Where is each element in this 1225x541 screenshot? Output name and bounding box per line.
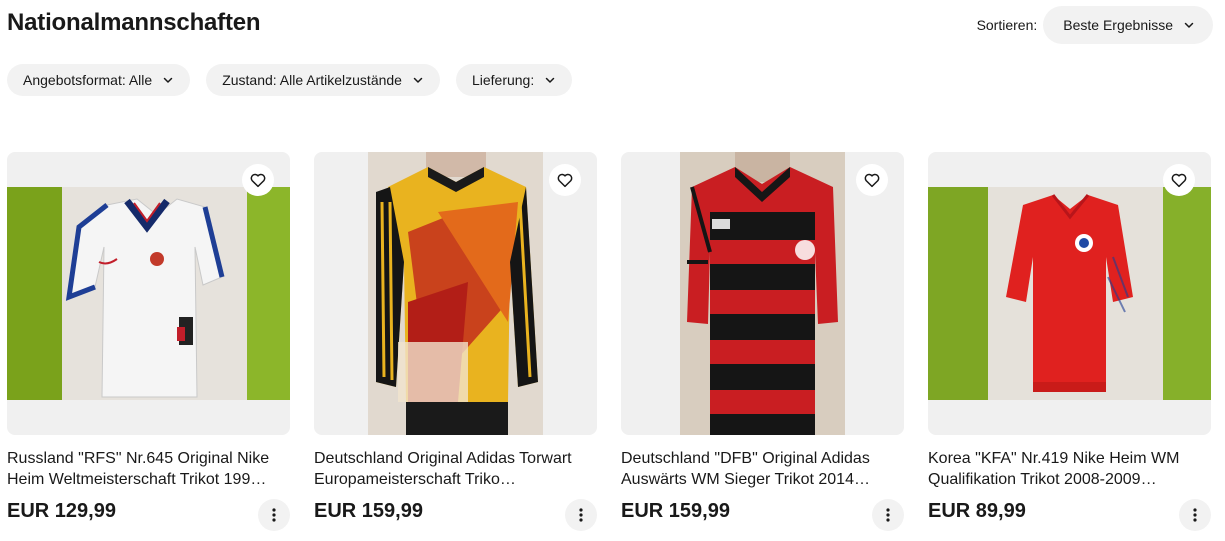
product-price: EUR 129,99 [7, 499, 116, 522]
price-row: EUR 89,99 [928, 491, 1211, 531]
product-photo-germany-away-jersey [680, 152, 845, 435]
favorite-button[interactable] [856, 164, 888, 196]
sort-control: Sortieren: Beste Ergebnisse [977, 6, 1213, 44]
product-card[interactable]: Deutschland Original Adidas Torwart Euro… [314, 152, 597, 531]
more-vertical-icon [579, 508, 583, 522]
product-price: EUR 159,99 [621, 499, 730, 522]
chevron-down-icon [1184, 22, 1194, 28]
price-row: EUR 159,99 [621, 491, 904, 531]
filter-label: Lieferung: [471, 72, 535, 88]
more-options-button[interactable] [258, 499, 290, 531]
product-photo-germany-goalkeeper-jersey [368, 152, 543, 435]
sort-dropdown[interactable]: Beste Ergebnisse [1043, 6, 1213, 44]
product-image[interactable] [928, 152, 1211, 435]
more-options-button[interactable] [565, 499, 597, 531]
more-options-button[interactable] [1179, 499, 1211, 531]
product-title[interactable]: Deutschland Original Adidas Torwart Euro… [314, 448, 597, 490]
product-card[interactable]: Russland "RFS" Nr.645 Original Nike Heim… [7, 152, 290, 531]
favorite-button[interactable] [242, 164, 274, 196]
heart-icon [1171, 173, 1187, 188]
product-card[interactable]: Deutschland "DFB" Original Adidas Auswär… [621, 152, 904, 531]
price-row: EUR 129,99 [7, 491, 290, 531]
heart-icon [864, 173, 880, 188]
product-card[interactable]: Korea "KFA" Nr.419 Nike Heim WM Qualifik… [928, 152, 1211, 531]
product-title[interactable]: Korea "KFA" Nr.419 Nike Heim WM Qualifik… [928, 448, 1211, 490]
favorite-button[interactable] [549, 164, 581, 196]
filter-bar: Angebotsformat: Alle Zustand: Alle Artik… [7, 64, 573, 96]
chevron-down-icon [413, 77, 423, 83]
more-options-button[interactable] [872, 499, 904, 531]
heart-icon [557, 173, 573, 188]
chevron-down-icon [163, 77, 173, 83]
filter-label: Zustand: Alle Artikelzustände [222, 72, 402, 88]
product-grid: Russland "RFS" Nr.645 Original Nike Heim… [7, 152, 1211, 531]
price-row: EUR 159,99 [314, 491, 597, 531]
filter-lieferung[interactable]: Lieferung: [455, 64, 573, 96]
more-vertical-icon [272, 508, 276, 522]
product-price: EUR 89,99 [928, 499, 1026, 522]
more-vertical-icon [1193, 508, 1197, 522]
chevron-down-icon [546, 77, 555, 83]
product-image[interactable] [621, 152, 904, 435]
sort-label: Sortieren: [976, 17, 1038, 33]
sort-value: Beste Ergebnisse [1063, 17, 1173, 33]
product-photo-korea-jersey [928, 187, 1211, 400]
product-price: EUR 159,99 [314, 499, 423, 522]
product-title[interactable]: Deutschland "DFB" Original Adidas Auswär… [621, 448, 904, 490]
favorite-button[interactable] [1163, 164, 1195, 196]
product-title[interactable]: Russland "RFS" Nr.645 Original Nike Heim… [7, 448, 290, 490]
heart-icon [250, 173, 266, 188]
product-photo-russia-jersey [7, 187, 290, 400]
product-image[interactable] [7, 152, 290, 435]
filter-zustand[interactable]: Zustand: Alle Artikelzustände [206, 64, 440, 96]
filter-label: Angebotsformat: Alle [23, 72, 153, 88]
page-title: Nationalmannschaften [7, 9, 261, 36]
more-vertical-icon [886, 508, 890, 522]
product-image[interactable] [314, 152, 597, 435]
filter-angebotsformat[interactable]: Angebotsformat: Alle [7, 64, 191, 96]
